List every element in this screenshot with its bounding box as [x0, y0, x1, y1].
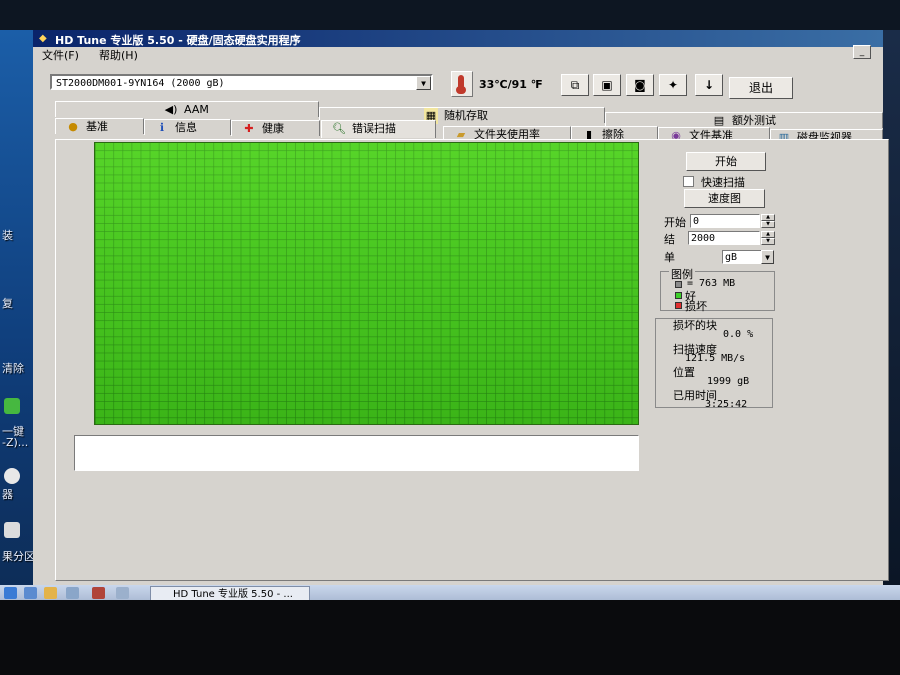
desktop-label[interactable]: 复 — [2, 295, 13, 311]
quick-scan-label: 快速扫描 — [701, 176, 745, 189]
end-label: 结 — [664, 233, 675, 246]
unit-label: 单 — [664, 251, 675, 264]
app-icon: ◆ — [39, 33, 47, 44]
menu-help[interactable]: 帮助(H) — [99, 47, 138, 63]
thermometer-icon — [451, 71, 473, 97]
unit-select-value: gB — [725, 252, 738, 263]
legend-block-swatch — [675, 281, 682, 288]
options-icon[interactable]: ✦ — [659, 74, 687, 96]
position-label: 位置 — [673, 366, 695, 379]
start-up-button[interactable]: ▲ — [761, 214, 775, 221]
menu-bar: 文件(F) 帮助(H) — [33, 47, 883, 63]
start-field[interactable]: 0 — [690, 214, 760, 228]
desktop-app-icon[interactable] — [4, 522, 20, 538]
title-bar[interactable]: ◆ HD Tune 专业版 5.50 - 硬盘/固态硬盘实用程序 — [33, 30, 883, 47]
damaged-blocks-label: 损坏的块 — [673, 319, 717, 332]
end-up-button[interactable]: ▲ — [761, 231, 775, 238]
unit-select[interactable]: gB ▼ — [722, 250, 774, 264]
block-map — [94, 142, 639, 425]
quicklaunch-icon[interactable] — [92, 587, 105, 599]
drive-select[interactable]: ST2000DM001-9YN164 (2000 gB) ▼ — [50, 74, 433, 90]
monitor-bezel-bottom — [0, 600, 900, 675]
tab-label: 额外测试 — [732, 114, 776, 127]
desktop-label[interactable]: 果分区 — [2, 548, 35, 564]
window-title: HD Tune 专业版 5.50 - 硬盘/固态硬盘实用程序 — [55, 34, 301, 47]
quicklaunch-icon[interactable] — [116, 587, 129, 599]
copy-icon[interactable]: ⧉ — [561, 74, 589, 96]
tab-label: 错误扫描 — [352, 122, 396, 135]
speaker-icon: ◀) — [164, 103, 178, 116]
block-map-fill — [95, 143, 638, 424]
tab-label: AAM — [184, 103, 209, 116]
menu-file[interactable]: 文件(F) — [42, 47, 79, 63]
end-field[interactable]: 2000 — [688, 231, 760, 245]
tab-error-scan[interactable]: 🔍︎ 错误扫描 — [321, 120, 436, 138]
tab-label: 随机存取 — [444, 109, 488, 122]
health-icon: ✚ — [244, 122, 254, 135]
taskbar-task-hdtune[interactable]: HD Tune 专业版 5.50 - ... — [150, 586, 310, 601]
tab-label: 信息 — [175, 121, 197, 134]
desktop-app-icon[interactable] — [4, 468, 20, 484]
quicklaunch-icon[interactable] — [24, 587, 37, 599]
end-down-button[interactable]: ▼ — [761, 238, 775, 245]
legend-damaged-swatch — [675, 302, 682, 309]
speed-map-button[interactable]: 速度图 — [684, 189, 765, 208]
tab-benchmark[interactable]: ● 基准 — [55, 118, 144, 134]
folder-icon[interactable] — [44, 587, 57, 599]
save-icon[interactable]: ▣ — [593, 74, 621, 96]
legend-good-swatch — [675, 292, 682, 299]
start-label: 开始 — [664, 216, 686, 229]
chevron-down-icon[interactable]: ▼ — [761, 250, 774, 264]
tab-info[interactable]: ℹ 信息 — [144, 119, 231, 135]
camera-icon[interactable]: ◙ — [626, 74, 654, 96]
desktop-label[interactable]: 装 — [2, 227, 13, 243]
desktop-label[interactable]: -Z)... — [2, 436, 28, 449]
quick-scan-checkbox[interactable] — [683, 176, 694, 187]
start-icon[interactable] — [4, 587, 17, 599]
download-icon[interactable]: ↓ — [695, 74, 723, 96]
exit-button[interactable]: 退出 — [729, 77, 793, 99]
hdtune-window: ◆ HD Tune 专业版 5.50 - 硬盘/固态硬盘实用程序 _ 文件(F)… — [33, 30, 889, 586]
position-value: 1999 gB — [707, 376, 750, 387]
desktop-app-icon[interactable] — [4, 398, 20, 414]
damaged-blocks-value: 0.0 % — [723, 329, 754, 340]
start-down-button[interactable]: ▼ — [761, 221, 775, 228]
scan-speed-value: 121.5 MB/s — [685, 353, 746, 364]
start-scan-button[interactable]: 开始 — [686, 152, 766, 171]
elapsed-value: 3:25:42 — [705, 399, 748, 410]
chevron-down-icon[interactable]: ▼ — [416, 76, 431, 90]
benchmark-icon: ● — [68, 120, 78, 133]
taskbar-task-label: HD Tune 专业版 5.50 - ... — [173, 589, 293, 600]
temperature-readout: 33℃/91 ℉ — [479, 78, 543, 91]
monitor-bezel-top — [0, 0, 900, 30]
tab-aam[interactable]: ◀) AAM — [55, 101, 319, 117]
scan-status-box — [74, 435, 639, 471]
legend-damaged-label: 损坏 — [685, 300, 707, 313]
tab-label: 健康 — [262, 122, 284, 135]
desktop-label[interactable]: 器 — [2, 486, 13, 502]
quicklaunch-icon[interactable] — [66, 587, 79, 599]
error-scan-icon: 🔍︎ — [332, 122, 346, 135]
tab-label: 基准 — [86, 120, 108, 133]
tab-health[interactable]: ✚ 健康 — [231, 120, 320, 136]
desktop-label[interactable]: 清除 — [2, 360, 24, 376]
toolbar: ST2000DM001-9YN164 (2000 gB) ▼ 33℃/91 ℉ … — [33, 67, 883, 101]
info-icon: ℹ — [159, 121, 165, 134]
drive-select-value: ST2000DM001-9YN164 (2000 gB) — [56, 78, 225, 89]
